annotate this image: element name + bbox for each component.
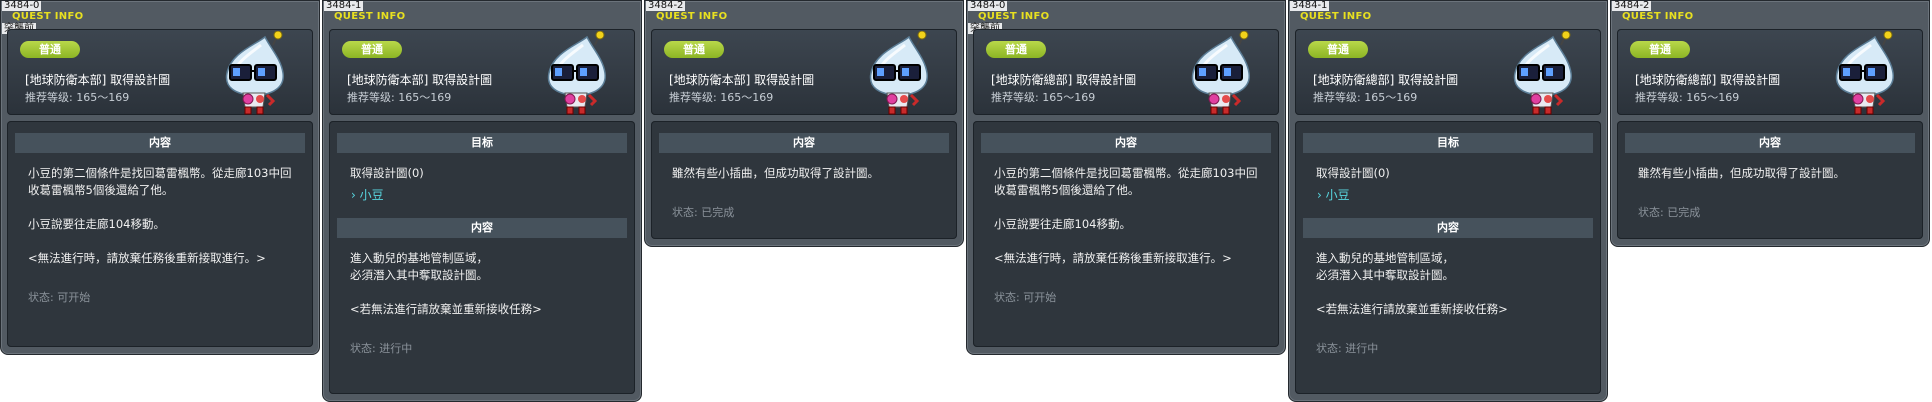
recommended-level: 推荐等级: 165～169 [669, 91, 774, 104]
description-text: 取得設計圖(0) [350, 166, 424, 180]
quest-header-card: 普通 [地球防衛總部] 取得設計圖 推荐等级: 165～169 [1295, 29, 1601, 115]
quest-id-label: 3484-2 [1612, 0, 1652, 11]
difficulty-badge: 普通 [20, 41, 80, 58]
quest-status: 状态: 已完成 [1638, 206, 1701, 219]
npc-robot-portrait-icon [855, 31, 941, 115]
description-text: 進入動兒的基地管制區域， [350, 251, 488, 265]
quest-info-panel: 3484-2 QUEST INFO 普通 [地球防衛本部] 取得設計圖 推荐等级: 16… [644, 0, 964, 247]
quest-info-title: QUEST INFO [978, 11, 1050, 22]
npc-link[interactable]: › 小豆 [1317, 186, 1350, 203]
quest-status: 状态: 进行中 [1316, 342, 1379, 355]
description-text: <若無法進行請放棄並重新接收任務> [1316, 302, 1508, 316]
quest-name: [地球防衛本部] 取得設計圖 [25, 73, 171, 87]
description-text: 小豆說要往走廊104移動。 [994, 217, 1131, 231]
recommended-level: 推荐等级: 165～169 [1635, 91, 1740, 104]
description-text: 雖然有些小插曲，但成功取得了設計圖。 [672, 166, 879, 180]
quest-info-panel: 3484-1 QUEST INFO 普通 [地球防衛總部] 取得設計圖 推荐等级: 16… [1288, 0, 1608, 402]
recommended-level: 推荐等级: 165～169 [347, 91, 452, 104]
quest-status: 状态: 可开始 [28, 291, 91, 304]
quest-id-label: 3484-1 [324, 0, 364, 11]
description-text: 必須潛入其中奪取設計圖。 [350, 268, 488, 282]
content-header: 内容 [981, 133, 1271, 153]
quest-body: 内容雖然有些小插曲，但成功取得了設計圖。 状态: 已完成 [651, 121, 957, 239]
quest-body: 目标取得設計圖(0) › 小豆内容進入動兒的基地管制區域， 必須潛入其中奪取設計圖。… [1295, 121, 1601, 394]
quest-header-card: 普通 [地球防衛本部] 取得設計圖 推荐等级: 165～169 [7, 29, 313, 115]
description-text: 小豆的第二個條件是找回葛雷楓幣。從走廊103中回 [28, 166, 292, 180]
quest-id-label: 3484-0 [968, 0, 1008, 11]
quest-header-card: 普通 [地球防衛本部] 取得設計圖 推荐等级: 165～169 [329, 29, 635, 115]
difficulty-badge: 普通 [664, 41, 724, 58]
npc-robot-portrait-icon [533, 31, 619, 115]
quest-name: [地球防衛總部] 取得設計圖 [1635, 73, 1781, 87]
npc-robot-portrait-icon [1821, 31, 1907, 115]
recommended-level: 推荐等级: 165～169 [991, 91, 1096, 104]
description-text: <若無法進行請放棄並重新接收任務> [350, 302, 542, 316]
quest-status: 状态: 可开始 [994, 291, 1057, 304]
quest-info-title: QUEST INFO [656, 11, 728, 22]
npc-robot-portrait-icon [211, 31, 297, 115]
description-text: 雖然有些小插曲，但成功取得了設計圖。 [1638, 166, 1845, 180]
quest-id-label: 3484-1 [1290, 0, 1330, 11]
content-header: 内容 [1625, 133, 1915, 153]
description-text: 小豆說要往走廊104移動。 [28, 217, 165, 231]
quest-name: [地球防衛本部] 取得設計圖 [669, 73, 815, 87]
quest-info-panel: 3484-0QUEST INFO突襲前普通[地球防衛總部] 取得設計圖推荐等级:… [966, 0, 1286, 355]
quest-status: 状态: 进行中 [350, 342, 413, 355]
description-text: <無法進行時，請放棄任務後重新接取進行。> [28, 251, 266, 265]
description-text: 必須潛入其中奪取設計圖。 [1316, 268, 1454, 282]
quest-info-title: QUEST INFO [334, 11, 406, 22]
quest-body: 内容小豆的第二個條件是找回葛雷楓幣。從走廊103中回 收葛雷楓幣5個後還給了他。小… [7, 121, 313, 347]
quest-info-panel: 3484-2 QUEST INFO 普通 [地球防衛總部] 取得設計圖 推荐等级: 16… [1610, 0, 1930, 247]
description-text: 收葛雷楓幣5個後還給了他。 [28, 183, 174, 197]
quest-header-card: 普通 [地球防衛本部] 取得設計圖 推荐等级: 165～169 [651, 29, 957, 115]
recommended-level: 推荐等级: 165～169 [25, 91, 130, 104]
content-header: 内容 [337, 218, 627, 238]
quest-name: [地球防衛總部] 取得設計圖 [1313, 73, 1459, 87]
description-text: <無法進行時，請放棄任務後重新接取進行。> [994, 251, 1232, 265]
npc-link[interactable]: › 小豆 [351, 186, 384, 203]
difficulty-badge: 普通 [1630, 41, 1690, 58]
description-text: 進入動兒的基地管制區域， [1316, 251, 1454, 265]
objective-header: 目标 [1303, 133, 1593, 153]
quest-info-panel: 3484-1 QUEST INFO 普通 [地球防衛本部] 取得設計圖 推荐等级: 16… [322, 0, 642, 402]
quest-name: [地球防衛總部] 取得設計圖 [991, 73, 1137, 87]
description-text: 小豆的第二個條件是找回葛雷楓幣。從走廊103中回 [994, 166, 1258, 180]
description-text: 取得設計圖(0) [1316, 166, 1390, 180]
recommended-level: 推荐等级: 165～169 [1313, 91, 1418, 104]
npc-robot-portrait-icon [1499, 31, 1585, 115]
quest-body: 目标取得設計圖(0) › 小豆内容進入動兒的基地管制區域， 必須潛入其中奪取設計圖。… [329, 121, 635, 394]
quest-id-label: 3484-0 [2, 0, 42, 11]
quest-header-card: 普通 [地球防衛總部] 取得設計圖 推荐等级: 165～169 [1617, 29, 1923, 115]
content-header: 内容 [1303, 218, 1593, 238]
content-header: 内容 [659, 133, 949, 153]
quest-info-title: QUEST INFO [1622, 11, 1694, 22]
description-text: 收葛雷楓幣5個後還給了他。 [994, 183, 1140, 197]
quest-body: 内容小豆的第二個條件是找回葛雷楓幣。從走廊103中回 收葛雷楓幣5個後還給了他。小… [973, 121, 1279, 347]
npc-robot-portrait-icon [1177, 31, 1263, 115]
quest-id-label: 3484-2 [646, 0, 686, 11]
difficulty-badge: 普通 [1308, 41, 1368, 58]
objective-header: 目标 [337, 133, 627, 153]
quest-info-title: QUEST INFO [12, 11, 84, 22]
difficulty-badge: 普通 [986, 41, 1046, 58]
quest-header-card: 普通 [地球防衛總部] 取得設計圖 推荐等级: 165～169 [973, 29, 1279, 115]
quest-body: 内容雖然有些小插曲，但成功取得了設計圖。 状态: 已完成 [1617, 121, 1923, 239]
quest-name: [地球防衛本部] 取得設計圖 [347, 73, 493, 87]
difficulty-badge: 普通 [342, 41, 402, 58]
quest-info-panel: 3484-0QUEST INFO突襲前普通[地球防衛本部] 取得設計圖推荐等级:… [0, 0, 320, 355]
quest-info-title: QUEST INFO [1300, 11, 1372, 22]
content-header: 内容 [15, 133, 305, 153]
quest-status: 状态: 已完成 [672, 206, 735, 219]
